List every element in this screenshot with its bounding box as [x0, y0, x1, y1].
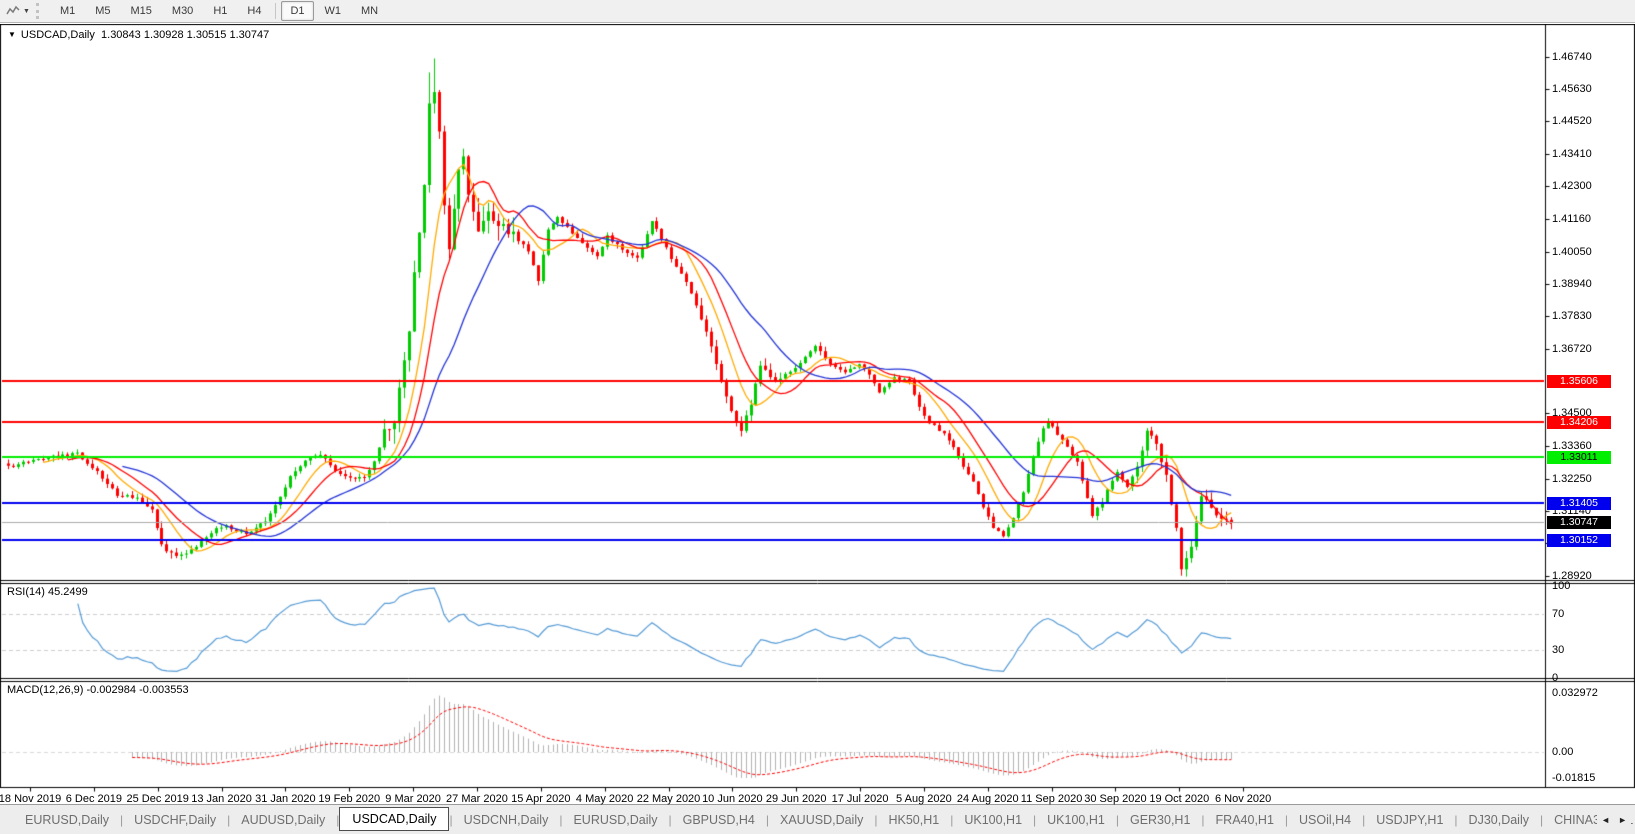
chart-tab[interactable]: USDCNH,Daily — [453, 809, 560, 831]
price-line-label: 1.33011 — [1547, 451, 1611, 464]
rsi-axis-tick: 0 — [1552, 672, 1632, 684]
price-axis-tick: 1.41160 — [1552, 213, 1632, 225]
date-axis-label: 24 Aug 2020 — [957, 793, 1019, 805]
timeframe-button-m30[interactable]: M30 — [163, 1, 202, 21]
ohlc-values: 1.30843 1.30928 1.30515 1.30747 — [101, 29, 269, 41]
tab-scroll-left-icon[interactable]: ◄ — [1601, 815, 1610, 825]
date-axis-label: 6 Dec 2019 — [66, 793, 122, 805]
timeframe-button-mn[interactable]: MN — [352, 1, 387, 21]
chart-tab[interactable]: UK100,H1 — [1036, 809, 1116, 831]
rsi-indicator-label: RSI(14) 45.2499 — [7, 586, 88, 598]
price-axis-tick: 1.42300 — [1552, 180, 1632, 192]
price-axis-tick: 1.40050 — [1552, 246, 1632, 258]
chart-tab[interactable]: DJ30,Daily — [1458, 809, 1540, 831]
date-axis-label: 29 Jun 2020 — [766, 793, 827, 805]
chart-tab[interactable]: EURUSD,Daily — [14, 809, 120, 831]
date-axis-label: 17 Jul 2020 — [832, 793, 889, 805]
price-axis-tick: 1.44520 — [1552, 115, 1632, 127]
price-axis-tick: 1.38940 — [1552, 278, 1632, 290]
toolbar-grip[interactable] — [36, 3, 44, 19]
price-line-label: 1.31405 — [1547, 497, 1611, 510]
chart-tab[interactable]: XAUUSD,Daily — [769, 809, 874, 831]
chart-tab[interactable]: FRA40,H1 — [1205, 809, 1285, 831]
tab-scroll-arrows: ◄ ► — [1597, 805, 1631, 834]
indicator-dropdown-caret-icon[interactable]: ▼ — [23, 8, 30, 15]
date-axis-label: 13 Jan 2020 — [191, 793, 252, 805]
timeframe-button-h4[interactable]: H4 — [238, 1, 270, 21]
macd-indicator-label: MACD(12,26,9) -0.002984 -0.003553 — [7, 684, 189, 696]
date-axis-label: 25 Dec 2019 — [126, 793, 188, 805]
rsi-axis-tick: 100 — [1552, 580, 1632, 592]
rsi-axis-tick: 70 — [1552, 608, 1632, 620]
toolbar-separator — [275, 3, 276, 19]
chart-tab[interactable]: UK100,H1 — [953, 809, 1033, 831]
price-axis-tick: 1.37830 — [1552, 310, 1632, 322]
chart-tab[interactable]: USDJPY,H1 — [1365, 809, 1454, 831]
date-axis-label: 19 Feb 2020 — [318, 793, 380, 805]
date-axis-label: 18 Nov 2019 — [0, 793, 61, 805]
date-axis-label: 11 Sep 2020 — [1021, 793, 1083, 805]
macd-axis-tick: 0.00 — [1552, 746, 1632, 758]
current-price-label: 1.30747 — [1547, 516, 1611, 529]
price-line-label: 1.34206 — [1547, 416, 1611, 429]
chart-tab[interactable]: USDCHF,Daily — [123, 809, 227, 831]
price-axis-tick: 1.45630 — [1552, 83, 1632, 95]
date-axis-label: 4 May 2020 — [576, 793, 633, 805]
collapse-triangle-icon[interactable]: ▼ — [8, 30, 16, 39]
macd-axis-tick: -0.01815 — [1552, 772, 1632, 784]
date-axis-label: 9 Mar 2020 — [385, 793, 441, 805]
price-axis-tick: 1.36720 — [1552, 343, 1632, 355]
timeframe-button-m5[interactable]: M5 — [86, 1, 119, 21]
price-line-label: 1.30152 — [1547, 534, 1611, 547]
rsi-axis-tick: 30 — [1552, 644, 1632, 656]
chart-window: ▼ USDCAD,Daily 1.30843 1.30928 1.30515 1.… — [0, 24, 1635, 788]
date-axis-label: 22 May 2020 — [637, 793, 701, 805]
tab-scroll-right-icon[interactable]: ► — [1618, 815, 1627, 825]
price-axis-tick: 1.43410 — [1552, 148, 1632, 160]
chart-tab[interactable]: AUDUSD,Daily — [230, 809, 336, 831]
date-axis-label: 30 Sep 2020 — [1084, 793, 1146, 805]
trading-terminal: ▼ M1M5M15M30H1H4 D1W1MN ▼ USDCAD,Daily 1.… — [0, 0, 1635, 834]
indicators-icon[interactable] — [3, 2, 23, 20]
price-line-label: 1.35606 — [1547, 375, 1611, 388]
date-axis-label: 6 Nov 2020 — [1215, 793, 1271, 805]
date-axis-label: 27 Mar 2020 — [446, 793, 508, 805]
date-axis-label: 10 Jun 2020 — [702, 793, 763, 805]
chart-canvas[interactable] — [0, 24, 1635, 806]
symbol-name: USDCAD,Daily — [21, 29, 95, 41]
chart-tab[interactable]: USOil,H4 — [1288, 809, 1362, 831]
price-axis-tick: 1.32250 — [1552, 473, 1632, 485]
chart-tab[interactable]: EURUSD,Daily — [562, 809, 668, 831]
date-axis-label: 31 Jan 2020 — [255, 793, 316, 805]
timeframe-button-d1[interactable]: D1 — [281, 1, 313, 21]
price-axis-tick: 1.46740 — [1552, 51, 1632, 63]
chart-tab-bar: EURUSD,Daily|USDCHF,Daily|AUDUSD,Daily|U… — [0, 804, 1635, 834]
macd-axis-tick: 0.032972 — [1552, 687, 1632, 699]
timeframe-button-h1[interactable]: H1 — [204, 1, 236, 21]
chart-tab[interactable]: USDCAD,Daily — [339, 807, 449, 831]
chart-tab[interactable]: GBPUSD,H4 — [672, 809, 766, 831]
timeframe-toolbar: ▼ M1M5M15M30H1H4 D1W1MN — [0, 0, 1635, 23]
date-axis-label: 15 Apr 2020 — [511, 793, 570, 805]
timeframe-button-w1[interactable]: W1 — [316, 1, 351, 21]
timeframe-button-m1[interactable]: M1 — [51, 1, 84, 21]
chart-tab[interactable]: GER30,H1 — [1119, 809, 1201, 831]
chart-tab[interactable]: HK50,H1 — [877, 809, 950, 831]
date-axis-label: 19 Oct 2020 — [1149, 793, 1209, 805]
chart-title: ▼ USDCAD,Daily 1.30843 1.30928 1.30515 1.… — [8, 29, 269, 41]
timeframe-button-m15[interactable]: M15 — [122, 1, 161, 21]
date-axis-label: 5 Aug 2020 — [896, 793, 952, 805]
